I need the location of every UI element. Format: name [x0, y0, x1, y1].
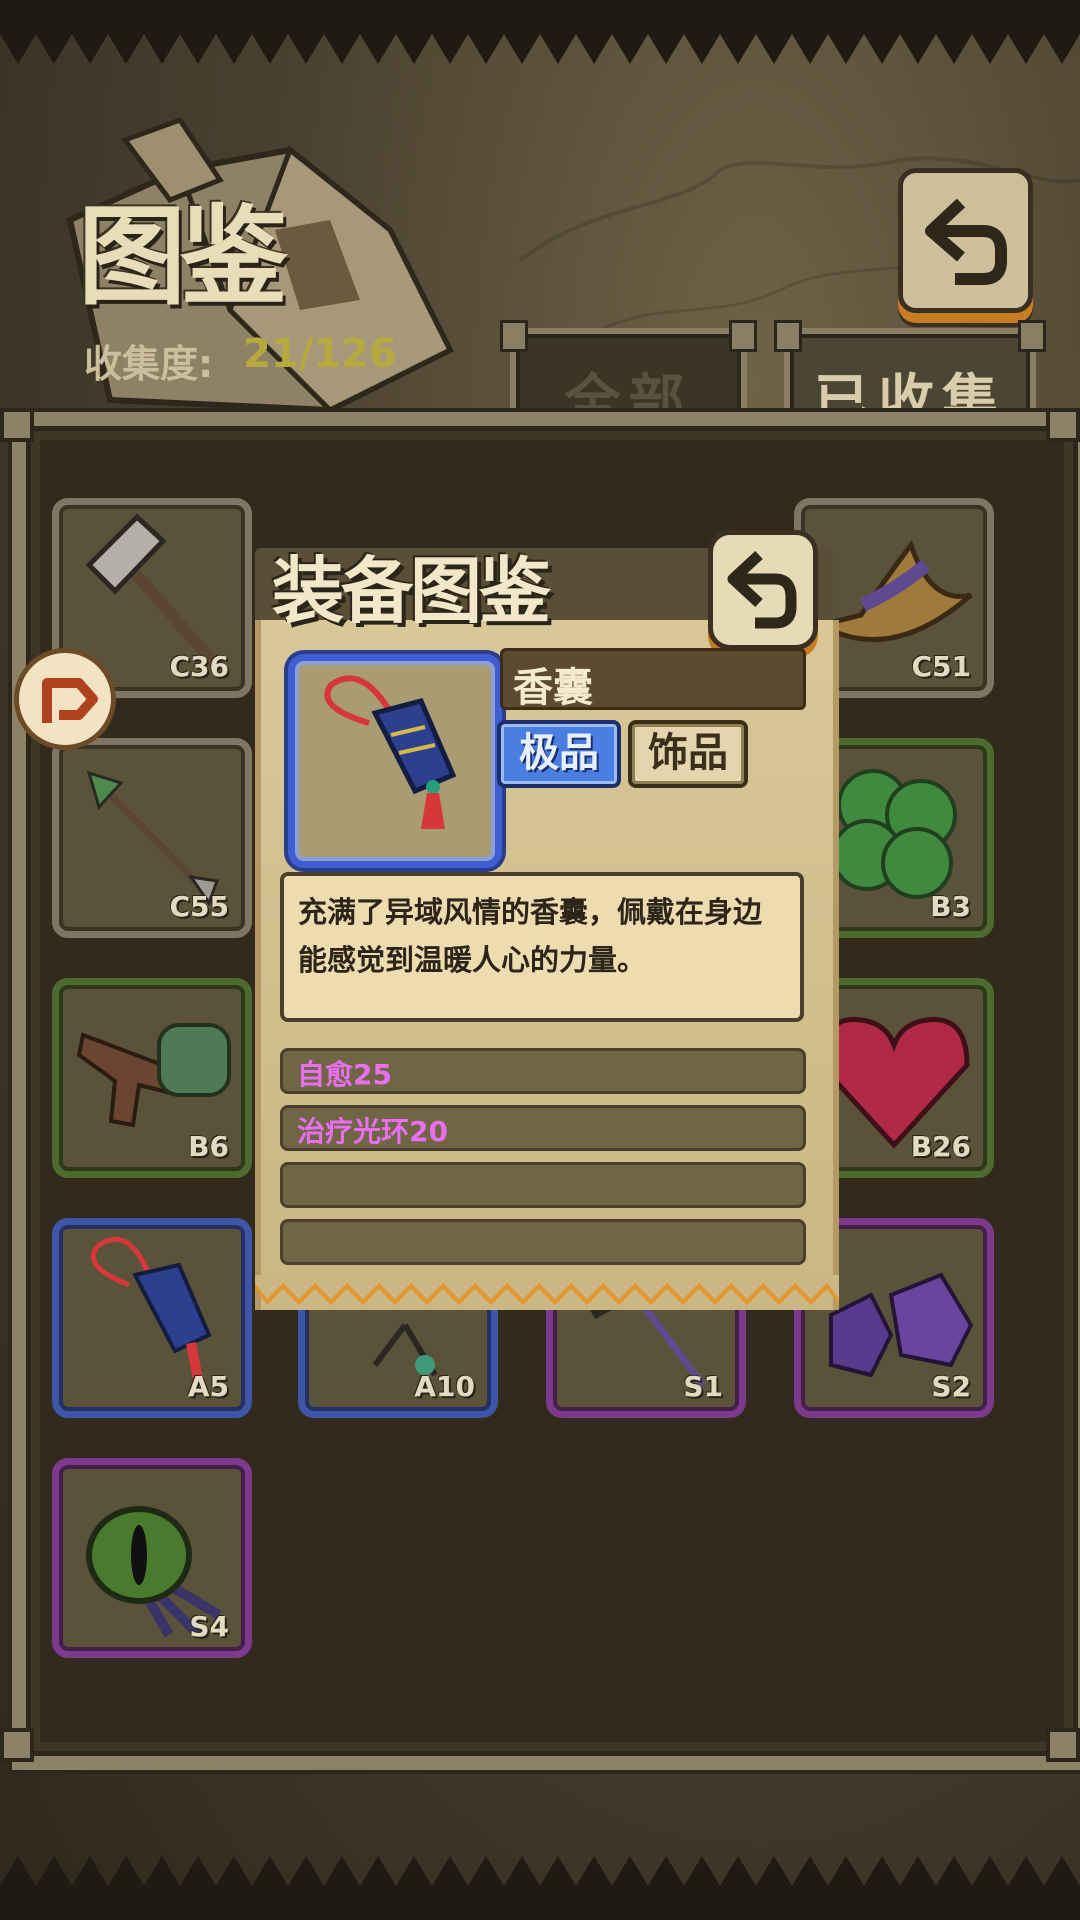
- panel-corner: [1046, 1728, 1080, 1762]
- item-code: B3: [930, 890, 971, 923]
- page-title: 图鉴: [78, 194, 288, 320]
- side-pin-button[interactable]: [14, 648, 116, 750]
- item-card-s4[interactable]: S4: [52, 1458, 252, 1658]
- back-button[interactable]: [898, 168, 1033, 313]
- sachet-icon: [324, 675, 457, 829]
- attribute-row: [280, 1219, 806, 1265]
- item-description-box: 充满了异域风情的香囊，佩戴在身边能感觉到温暖人心的力量。: [280, 872, 804, 1022]
- item-code: C55: [169, 890, 229, 923]
- item-code: C51: [911, 650, 971, 683]
- pin-arrow-icon: [42, 678, 98, 723]
- tab-post: [774, 320, 802, 352]
- collection-label: 收集度:: [84, 342, 214, 386]
- return-arrow-icon: [727, 550, 797, 629]
- tab-post: [729, 320, 757, 352]
- return-arrow-icon: [925, 198, 1007, 285]
- item-code: A10: [414, 1370, 475, 1403]
- collection-value: 21/126: [243, 331, 397, 377]
- item-card-b6[interactable]: B6: [52, 978, 252, 1178]
- item-code: B6: [188, 1130, 229, 1163]
- item-description: 充满了异域风情的香囊，佩戴在身边能感觉到温暖人心的力量。: [298, 895, 763, 977]
- item-name-bar: 香囊: [500, 648, 806, 711]
- dialog-zigzag-edge: [255, 1275, 839, 1305]
- item-code: A5: [187, 1370, 229, 1403]
- dialog-title: 装备图鉴: [272, 548, 551, 633]
- panel-corner: [0, 408, 34, 442]
- item-code: S2: [931, 1370, 971, 1403]
- attribute-row: 治疗光环20: [280, 1105, 806, 1151]
- item-code: S4: [189, 1610, 229, 1643]
- tab-post: [1018, 320, 1046, 352]
- item-code: B26: [910, 1130, 971, 1163]
- top-zigzag-border: [0, 0, 1080, 64]
- item-preview: [288, 654, 502, 868]
- panel-corner: [1046, 408, 1080, 442]
- attribute-text: 治疗光环20: [297, 1115, 448, 1148]
- quality-badge: 极品: [497, 720, 621, 788]
- bottom-zigzag-border: [0, 1856, 1080, 1920]
- item-code: C36: [169, 650, 229, 683]
- type-badge: 饰品: [628, 720, 748, 788]
- item-card-c55[interactable]: C55: [52, 738, 252, 938]
- attribute-row: [280, 1162, 806, 1208]
- item-code: S1: [683, 1370, 723, 1403]
- attribute-row: 自愈25: [280, 1048, 806, 1094]
- tab-post: [500, 320, 528, 352]
- item-name: 香囊: [513, 665, 593, 711]
- attribute-text: 自愈25: [297, 1058, 392, 1091]
- item-card-a5[interactable]: A5: [52, 1218, 252, 1418]
- dialog-close-button[interactable]: [708, 530, 818, 650]
- panel-corner: [0, 1728, 34, 1762]
